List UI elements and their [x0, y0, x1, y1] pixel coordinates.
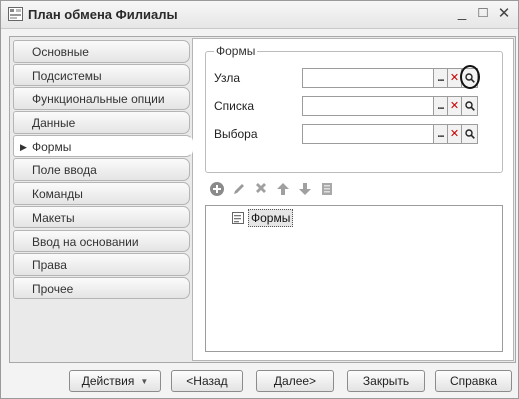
move-down-icon[interactable] [297, 181, 313, 197]
tab-label: Команды [32, 187, 83, 202]
help-button[interactable]: Справка [435, 370, 512, 392]
tab-komandy[interactable]: Команды [13, 182, 190, 205]
tab-formy[interactable]: ▶ Формы [13, 134, 193, 158]
tab-prochee[interactable]: Прочее [13, 276, 190, 300]
magnifier-icon [464, 129, 475, 139]
metadata-object-icon [8, 7, 23, 21]
move-up-icon[interactable] [275, 181, 291, 197]
choice-form-clear-button[interactable]: ✕ [448, 124, 462, 144]
actions-menu-button[interactable]: Действия ▼ [69, 370, 161, 392]
list-form-clear-button[interactable]: ✕ [448, 96, 462, 116]
form-node-icon [232, 212, 244, 224]
tab-list: Основные Подсистемы Функциональные опции… [13, 40, 193, 301]
tab-pole-vvoda[interactable]: Поле ввода [13, 158, 190, 181]
tab-osnovnye[interactable]: Основные [13, 40, 190, 63]
tab-label: Ввод на основании [32, 234, 139, 249]
tree-root-node[interactable]: Формы [248, 209, 294, 227]
next-button[interactable]: Далее> [256, 370, 334, 392]
forms-panel: Формы Узла ... ✕ Списка ... ✕ Выбора ...… [192, 38, 514, 361]
tab-label: Формы [32, 139, 72, 154]
tab-label: Прочее [32, 281, 74, 296]
maximize-button[interactable]: □ [474, 4, 492, 21]
choice-form-input[interactable] [302, 124, 434, 144]
tab-label: Поле ввода [32, 163, 97, 178]
edit-icon[interactable] [231, 181, 247, 197]
forms-group: Формы Узла ... ✕ Списка ... ✕ Выбора ...… [205, 44, 503, 173]
highlight-circle [460, 65, 480, 89]
minimize-button[interactable]: _ [453, 4, 471, 21]
list-form-label: Списка [214, 99, 255, 113]
list-form-select-button[interactable]: ... [434, 96, 448, 116]
node-form-label: Узла [214, 71, 240, 85]
editor-content: Основные Подсистемы Функциональные опции… [9, 36, 516, 363]
list-form-open-button[interactable] [462, 96, 478, 116]
main-window: План обмена Филиалы _ □ ✕ Основные Подси… [0, 0, 519, 399]
tab-label: Права [32, 258, 67, 273]
actions-label: Действия [81, 374, 135, 388]
tab-label: Основные [32, 45, 89, 59]
active-tab-marker-icon: ▶ [20, 141, 27, 152]
tab-prava[interactable]: Права [13, 253, 190, 276]
tab-makety[interactable]: Макеты [13, 205, 190, 229]
window-title: План обмена Филиалы [28, 7, 178, 22]
properties-icon[interactable] [319, 181, 335, 197]
list-form-row: Списка ... ✕ [214, 96, 500, 116]
tab-label: Подсистемы [32, 68, 102, 83]
choice-form-select-button[interactable]: ... [434, 124, 448, 144]
close-button[interactable]: Закрыть [347, 370, 425, 392]
tab-vvod-na-osnovanii[interactable]: Ввод на основании [13, 229, 190, 252]
add-icon[interactable] [209, 181, 225, 197]
delete-icon[interactable] [253, 181, 269, 197]
close-window-button[interactable]: ✕ [495, 4, 513, 22]
node-form-input[interactable] [302, 68, 434, 88]
tab-label: Данные [32, 116, 76, 131]
tab-podsistemy[interactable]: Подсистемы [13, 63, 190, 87]
title-bar: План обмена Филиалы _ □ ✕ [1, 1, 518, 29]
node-form-select-button[interactable]: ... [434, 68, 448, 88]
tab-dannye[interactable]: Данные [13, 111, 190, 134]
magnifier-icon [464, 101, 475, 111]
forms-tree[interactable]: Формы [205, 205, 503, 352]
forms-group-legend: Формы [214, 44, 258, 58]
list-form-input[interactable] [302, 96, 434, 116]
node-form-row: Узла ... ✕ [214, 65, 500, 89]
choice-form-row: Выбора ... ✕ [214, 124, 500, 144]
choice-form-open-button[interactable] [462, 124, 478, 144]
back-button[interactable]: <Назад [171, 370, 243, 392]
chevron-down-icon: ▼ [140, 377, 149, 386]
tab-label: Функциональные опции [32, 92, 165, 107]
tab-funktsionalnye-optsii[interactable]: Функциональные опции [13, 87, 190, 110]
choice-form-label: Выбора [214, 127, 258, 141]
tab-label: Макеты [32, 210, 75, 225]
